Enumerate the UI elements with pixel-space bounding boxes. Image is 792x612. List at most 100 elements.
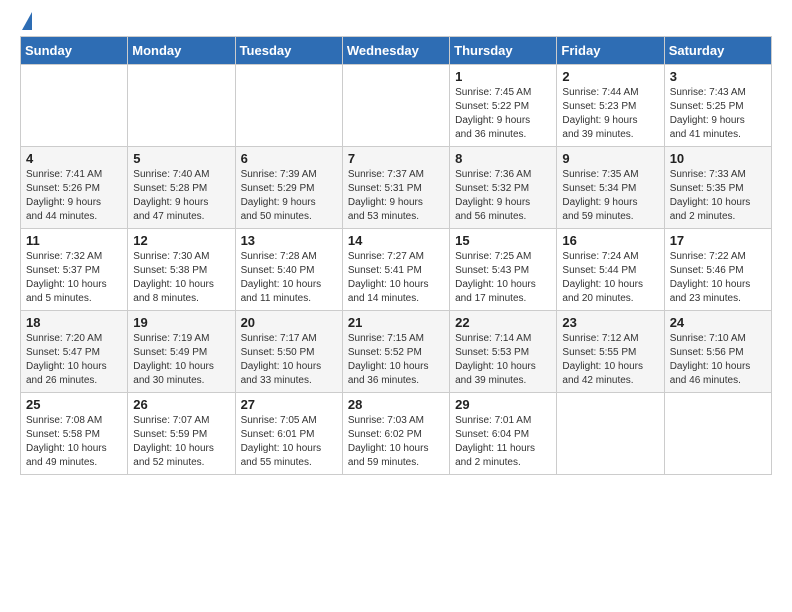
calendar-cell: 5 Sunrise: 7:40 AM Sunset: 5:28 PM Daylig… — [128, 147, 235, 229]
calendar-cell — [664, 393, 771, 475]
logo-triangle-icon — [22, 12, 32, 30]
calendar-cell: 15Sunrise: 7:25 AM Sunset: 5:43 PM Dayli… — [450, 229, 557, 311]
day-header-friday: Friday — [557, 37, 664, 65]
day-info: Sunrise: 7:14 AM Sunset: 5:53 PM Dayligh… — [455, 332, 551, 388]
day-info: Sunrise: 7:07 AM Sunset: 5:59 PM Dayligh… — [133, 414, 229, 470]
calendar-cell: 24 Sunrise: 7:10 AM Sunset: 5:56 PM Dayli… — [664, 311, 771, 393]
day-info: Sunrise: 7:36 AM Sunset: 5:32 PM Dayligh… — [455, 168, 551, 224]
day-number: 29 — [455, 397, 551, 412]
calendar-cell: 21 Sunrise: 7:15 AM Sunset: 5:52 PM Dayli… — [342, 311, 449, 393]
day-number: 7 — [348, 151, 444, 166]
day-info: Sunrise: 7:05 AM Sunset: 6:01 PM Dayligh… — [241, 414, 337, 470]
day-header-monday: Monday — [128, 37, 235, 65]
calendar-cell: 6 Sunrise: 7:39 AM Sunset: 5:29 PM Daylig… — [235, 147, 342, 229]
day-info: Sunrise: 7:17 AM Sunset: 5:50 PM Dayligh… — [241, 332, 337, 388]
day-info: Sunrise: 7:19 AM Sunset: 5:49 PM Dayligh… — [133, 332, 229, 388]
calendar-cell: 10 Sunrise: 7:33 AM Sunset: 5:35 PM Dayli… — [664, 147, 771, 229]
calendar-cell: 17 Sunrise: 7:22 AM Sunset: 5:46 PM Dayli… — [664, 229, 771, 311]
calendar-table: SundayMondayTuesdayWednesdayThursdayFrid… — [20, 36, 772, 475]
day-number: 13 — [241, 233, 337, 248]
day-info: Sunrise: 7:20 AM Sunset: 5:47 PM Dayligh… — [26, 332, 122, 388]
calendar-cell: 2 Sunrise: 7:44 AM Sunset: 5:23 PM Daylig… — [557, 65, 664, 147]
calendar-cell: 14Sunrise: 7:27 AM Sunset: 5:41 PM Dayli… — [342, 229, 449, 311]
calendar-week-row: 11 Sunrise: 7:32 AM Sunset: 5:37 PM Dayli… — [21, 229, 772, 311]
day-header-saturday: Saturday — [664, 37, 771, 65]
calendar-cell: 16Sunrise: 7:24 AM Sunset: 5:44 PM Dayli… — [557, 229, 664, 311]
day-header-wednesday: Wednesday — [342, 37, 449, 65]
day-info: Sunrise: 7:39 AM Sunset: 5:29 PM Dayligh… — [241, 168, 337, 224]
day-number: 10 — [670, 151, 766, 166]
calendar-cell: 7 Sunrise: 7:37 AM Sunset: 5:31 PM Daylig… — [342, 147, 449, 229]
day-number: 9 — [562, 151, 658, 166]
day-number: 27 — [241, 397, 337, 412]
day-number: 4 — [26, 151, 122, 166]
calendar-cell: 12 Sunrise: 7:30 AM Sunset: 5:38 PM Dayli… — [128, 229, 235, 311]
calendar-cell: 11 Sunrise: 7:32 AM Sunset: 5:37 PM Dayli… — [21, 229, 128, 311]
day-number: 26 — [133, 397, 229, 412]
day-number: 22 — [455, 315, 551, 330]
day-number: 2 — [562, 69, 658, 84]
day-info: Sunrise: 7:37 AM Sunset: 5:31 PM Dayligh… — [348, 168, 444, 224]
day-number: 25 — [26, 397, 122, 412]
calendar-cell — [342, 65, 449, 147]
day-info: Sunrise: 7:43 AM Sunset: 5:25 PM Dayligh… — [670, 86, 766, 142]
day-number: 24 — [670, 315, 766, 330]
calendar-cell: 23Sunrise: 7:12 AM Sunset: 5:55 PM Dayli… — [557, 311, 664, 393]
day-info: Sunrise: 7:40 AM Sunset: 5:28 PM Dayligh… — [133, 168, 229, 224]
day-header-thursday: Thursday — [450, 37, 557, 65]
day-number: 16 — [562, 233, 658, 248]
calendar-cell — [235, 65, 342, 147]
calendar-cell: 1 Sunrise: 7:45 AM Sunset: 5:22 PM Daylig… — [450, 65, 557, 147]
day-info: Sunrise: 7:03 AM Sunset: 6:02 PM Dayligh… — [348, 414, 444, 470]
calendar-cell: 8Sunrise: 7:36 AM Sunset: 5:32 PM Daylig… — [450, 147, 557, 229]
day-number: 5 — [133, 151, 229, 166]
calendar-cell — [557, 393, 664, 475]
day-info: Sunrise: 7:01 AM Sunset: 6:04 PM Dayligh… — [455, 414, 551, 470]
calendar-cell: 3 Sunrise: 7:43 AM Sunset: 5:25 PM Daylig… — [664, 65, 771, 147]
day-info: Sunrise: 7:41 AM Sunset: 5:26 PM Dayligh… — [26, 168, 122, 224]
logo — [20, 20, 32, 26]
day-info: Sunrise: 7:25 AM Sunset: 5:43 PM Dayligh… — [455, 250, 551, 306]
day-number: 11 — [26, 233, 122, 248]
day-header-sunday: Sunday — [21, 37, 128, 65]
day-number: 21 — [348, 315, 444, 330]
header — [20, 16, 772, 26]
calendar-cell: 27 Sunrise: 7:05 AM Sunset: 6:01 PM Dayli… — [235, 393, 342, 475]
day-number: 14 — [348, 233, 444, 248]
day-number: 6 — [241, 151, 337, 166]
calendar-cell: 28Sunrise: 7:03 AM Sunset: 6:02 PM Dayli… — [342, 393, 449, 475]
calendar-cell: 25 Sunrise: 7:08 AM Sunset: 5:58 PM Dayli… — [21, 393, 128, 475]
day-number: 20 — [241, 315, 337, 330]
calendar-week-row: 1 Sunrise: 7:45 AM Sunset: 5:22 PM Daylig… — [21, 65, 772, 147]
calendar-cell: 19 Sunrise: 7:19 AM Sunset: 5:49 PM Dayli… — [128, 311, 235, 393]
day-info: Sunrise: 7:45 AM Sunset: 5:22 PM Dayligh… — [455, 86, 551, 142]
day-info: Sunrise: 7:10 AM Sunset: 5:56 PM Dayligh… — [670, 332, 766, 388]
day-info: Sunrise: 7:33 AM Sunset: 5:35 PM Dayligh… — [670, 168, 766, 224]
day-info: Sunrise: 7:30 AM Sunset: 5:38 PM Dayligh… — [133, 250, 229, 306]
calendar-cell — [21, 65, 128, 147]
day-header-tuesday: Tuesday — [235, 37, 342, 65]
day-info: Sunrise: 7:22 AM Sunset: 5:46 PM Dayligh… — [670, 250, 766, 306]
day-number: 23 — [562, 315, 658, 330]
calendar-cell: 29 Sunrise: 7:01 AM Sunset: 6:04 PM Dayli… — [450, 393, 557, 475]
day-number: 19 — [133, 315, 229, 330]
calendar-header-row: SundayMondayTuesdayWednesdayThursdayFrid… — [21, 37, 772, 65]
calendar-cell: 22 Sunrise: 7:14 AM Sunset: 5:53 PM Dayli… — [450, 311, 557, 393]
calendar-week-row: 25 Sunrise: 7:08 AM Sunset: 5:58 PM Dayli… — [21, 393, 772, 475]
day-number: 1 — [455, 69, 551, 84]
day-info: Sunrise: 7:08 AM Sunset: 5:58 PM Dayligh… — [26, 414, 122, 470]
day-info: Sunrise: 7:28 AM Sunset: 5:40 PM Dayligh… — [241, 250, 337, 306]
calendar-cell: 18 Sunrise: 7:20 AM Sunset: 5:47 PM Dayli… — [21, 311, 128, 393]
day-info: Sunrise: 7:15 AM Sunset: 5:52 PM Dayligh… — [348, 332, 444, 388]
calendar-week-row: 18 Sunrise: 7:20 AM Sunset: 5:47 PM Dayli… — [21, 311, 772, 393]
calendar-cell: 26 Sunrise: 7:07 AM Sunset: 5:59 PM Dayli… — [128, 393, 235, 475]
day-info: Sunrise: 7:32 AM Sunset: 5:37 PM Dayligh… — [26, 250, 122, 306]
day-number: 12 — [133, 233, 229, 248]
day-info: Sunrise: 7:44 AM Sunset: 5:23 PM Dayligh… — [562, 86, 658, 142]
day-number: 17 — [670, 233, 766, 248]
day-number: 3 — [670, 69, 766, 84]
calendar-cell — [128, 65, 235, 147]
day-info: Sunrise: 7:35 AM Sunset: 5:34 PM Dayligh… — [562, 168, 658, 224]
day-number: 18 — [26, 315, 122, 330]
calendar-week-row: 4 Sunrise: 7:41 AM Sunset: 5:26 PM Daylig… — [21, 147, 772, 229]
